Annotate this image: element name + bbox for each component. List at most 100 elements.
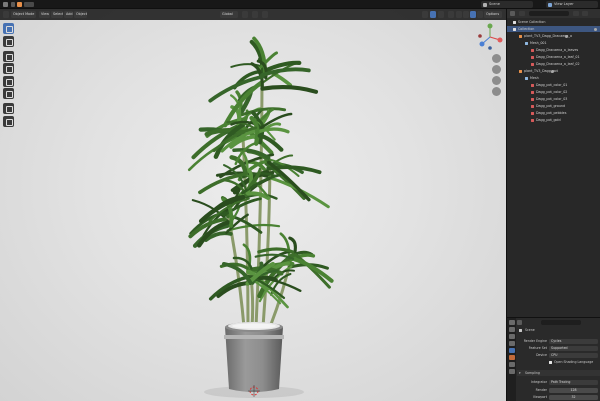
scale-tool[interactable]: [3, 75, 14, 87]
move-tool[interactable]: [3, 50, 14, 62]
filter-icon[interactable]: [573, 11, 579, 16]
gizmo-toggle-icon[interactable]: [430, 11, 436, 18]
outliner-root[interactable]: Scene Collection: [513, 19, 545, 25]
perspective-toggle-icon[interactable]: [492, 87, 501, 96]
texture-tab-icon[interactable]: [508, 369, 515, 374]
scene-selector[interactable]: Scene: [481, 1, 533, 8]
view-layer-selector[interactable]: View Layer: [546, 1, 598, 8]
select-box-tool[interactable]: [3, 23, 14, 34]
feature-set-dropdown[interactable]: Supported: [549, 345, 598, 351]
proportional-edit-icon[interactable]: [262, 11, 268, 18]
render-samples-field[interactable]: 128: [549, 387, 598, 393]
outliner-item[interactable]: Dagg_pot_gold: [531, 117, 561, 123]
editor-type-icon[interactable]: [17, 2, 22, 7]
visibility-icon[interactable]: [422, 11, 428, 18]
outliner-item[interactable]: Dagg_pot_color_03: [531, 96, 567, 102]
scene-tab-icon[interactable]: [508, 348, 515, 353]
osl-checkbox[interactable]: [549, 360, 552, 364]
menu-add[interactable]: Add: [64, 11, 73, 18]
feature-set-label: Feature Set: [528, 346, 547, 350]
viewport-samples-row: Viewport 32: [517, 394, 600, 400]
outliner-item[interactable]: Dagg_Dracaena_a_leaves: [531, 47, 578, 53]
outliner-item[interactable]: plant_TV3_Dagg_Dracaena_a: [519, 33, 572, 39]
pan-icon[interactable]: [492, 65, 501, 74]
properties-search-input[interactable]: [541, 320, 581, 325]
shading-material-icon[interactable]: [470, 11, 476, 18]
chevron-down-icon: ▾: [519, 371, 521, 375]
outliner-item[interactable]: Dagg_Dracaena_a_leaf_01: [531, 54, 580, 60]
collection-tab-icon[interactable]: [508, 362, 515, 367]
outliner-item[interactable]: Mesh_001: [525, 40, 547, 46]
measure-tool[interactable]: [3, 115, 14, 127]
shading-rendered-icon[interactable]: [477, 11, 483, 18]
shading-solid-icon[interactable]: [463, 11, 469, 18]
plant-pot: [224, 322, 284, 392]
outliner-item[interactable]: Dagg_pot_color_01: [531, 82, 567, 88]
editor-type-icon[interactable]: [510, 11, 515, 16]
pivot-icon[interactable]: [242, 11, 248, 18]
editor-type-icon[interactable]: [3, 11, 9, 18]
3d-viewport[interactable]: Object Mode View Select Add Object Globa…: [0, 9, 506, 401]
render-engine-label: Render Engine: [523, 339, 547, 343]
camera-view-icon[interactable]: [492, 76, 501, 85]
outliner-search-input[interactable]: [529, 11, 569, 16]
menu-view[interactable]: View: [39, 11, 50, 18]
outliner-item[interactable]: plant_TV3_Dagg_pot: [519, 68, 558, 74]
navigation-gizmo[interactable]: [477, 22, 503, 102]
outliner-item[interactable]: Dagg_Dracaena_a_leaf_02: [531, 61, 580, 67]
outliner-item[interactable]: Dagg_pot_pebbles: [531, 110, 566, 116]
outliner-item-label: Dagg_pot_color_02: [536, 90, 568, 94]
menu-select[interactable]: Select: [51, 11, 63, 18]
outliner-item-label: Collection: [518, 27, 535, 31]
visibility-eye-icon[interactable]: [565, 34, 569, 38]
render-tab-icon[interactable]: [508, 327, 515, 332]
zoom-icon[interactable]: [492, 54, 501, 63]
view-layer-tab-icon[interactable]: [508, 341, 515, 346]
sampling-panel-header[interactable]: ▾ Sampling: [517, 370, 600, 376]
osl-row: Open Shading Language: [517, 359, 600, 365]
plant-render: [187, 36, 334, 398]
options-button[interactable]: Options: [484, 11, 502, 18]
shading-wireframe-icon[interactable]: [456, 11, 462, 18]
material-icon: [531, 55, 534, 59]
menu-object[interactable]: Object: [74, 11, 87, 18]
tool-tab-icon[interactable]: [508, 320, 515, 325]
axis-gizmo[interactable]: [477, 22, 503, 52]
mesh-icon: [525, 76, 528, 80]
outliner-item-label: Dagg_Dracaena_a_leaf_02: [536, 62, 580, 66]
cursor-tool[interactable]: [3, 35, 14, 47]
integrator-dropdown[interactable]: Path Tracing: [549, 379, 598, 385]
world-tab-icon[interactable]: [508, 355, 515, 360]
new-collection-icon[interactable]: [582, 11, 588, 16]
visibility-eye-icon[interactable]: [550, 69, 554, 73]
output-tab-icon[interactable]: [508, 334, 515, 339]
menu-icon[interactable]: [11, 2, 15, 7]
mode-select[interactable]: Object Mode: [11, 11, 36, 18]
viewport-samples-field[interactable]: 32: [549, 394, 598, 400]
outliner-item[interactable]: Dagg_pot_color_02: [531, 89, 567, 95]
rotate-tool[interactable]: [3, 63, 14, 74]
feature-set-row: Feature Set Supported: [517, 345, 600, 351]
xray-icon[interactable]: [448, 11, 454, 18]
overlay-icon[interactable]: [438, 11, 444, 18]
device-dropdown[interactable]: CPU: [549, 352, 598, 358]
editor-type-icon[interactable]: [517, 320, 522, 325]
scene-collection-icon: [513, 20, 516, 24]
object-icon: [519, 34, 522, 38]
outliner-item[interactable]: Collection: [507, 26, 600, 32]
collection-icon: [513, 27, 516, 31]
transform-tool[interactable]: [3, 88, 14, 99]
view-layer-icon: [548, 2, 552, 7]
transform-orientation[interactable]: Global: [220, 11, 238, 18]
device-row: Device CPU: [517, 352, 600, 358]
annotate-tool[interactable]: [3, 103, 14, 114]
mode-dropdown[interactable]: [24, 2, 34, 7]
render-engine-dropdown[interactable]: Cycles: [549, 338, 598, 344]
blender-logo-icon[interactable]: [3, 2, 8, 7]
outliner-item[interactable]: Mesh: [525, 75, 539, 81]
display-mode-icon[interactable]: [519, 11, 525, 16]
visibility-eye-icon[interactable]: [594, 27, 597, 31]
snap-icon[interactable]: [252, 11, 258, 18]
outliner-item[interactable]: Dagg_pot_ground: [531, 103, 565, 109]
outliner-root-label: Scene Collection: [518, 20, 546, 24]
